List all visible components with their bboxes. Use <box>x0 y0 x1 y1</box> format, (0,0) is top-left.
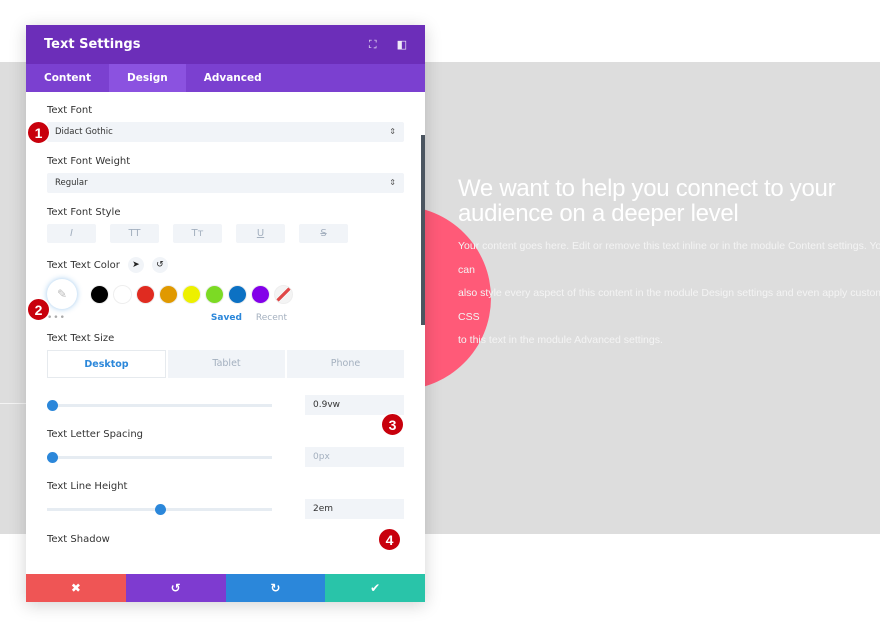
font-weight-label: Text Font Weight <box>47 156 131 167</box>
no-color-swatch[interactable] <box>274 284 293 304</box>
font-weight-value: Regular <box>55 178 88 188</box>
device-tabs: Desktop Tablet Phone <box>47 350 404 378</box>
more-icon[interactable]: ••• <box>47 313 66 323</box>
select-arrows-icon: ⇕ <box>389 178 396 187</box>
slider-handle[interactable] <box>46 451 58 463</box>
saved-tab[interactable]: Saved <box>211 313 242 323</box>
hero-heading: We want to help you connect to your audi… <box>458 175 836 227</box>
modal-header: Text Settings ⛶ ◧ <box>26 25 425 64</box>
letter-spacing-slider[interactable] <box>46 451 272 463</box>
device-tab-tablet[interactable]: Tablet <box>168 350 285 378</box>
text-size-input[interactable]: 0.9vw <box>305 395 404 415</box>
hero-text-module: We want to help you connect to your audi… <box>458 176 880 353</box>
swatch[interactable] <box>182 284 201 304</box>
text-shadow-label: Text Shadow <box>47 534 110 545</box>
redo-button[interactable]: ↻ <box>225 574 326 602</box>
undo-button[interactable]: ↺ <box>125 574 226 602</box>
text-color-label: Text Text Color <box>47 259 120 271</box>
text-font-label: Text Font <box>47 105 93 116</box>
modal-footer: ✖ ↺ ↻ ✔ <box>26 574 425 602</box>
swatch[interactable] <box>159 284 178 304</box>
font-style-buttons: I TT Tт U S <box>47 224 404 243</box>
swatch[interactable] <box>90 284 109 304</box>
line-height-control: 2em <box>47 498 404 520</box>
underline-button[interactable]: U <box>236 224 285 243</box>
text-font-select[interactable]: Didact Gothic ⇕ <box>47 122 404 142</box>
select-arrows-icon: ⇕ <box>389 127 396 136</box>
step-badge-1: 1 <box>27 121 50 144</box>
tab-design[interactable]: Design <box>109 64 186 92</box>
step-badge-4: 4 <box>378 528 401 551</box>
device-tab-desktop[interactable]: Desktop <box>47 350 166 378</box>
font-style-label: Text Font Style <box>47 207 121 218</box>
device-tab-phone[interactable]: Phone <box>287 350 404 378</box>
font-weight-select[interactable]: Regular ⇕ <box>47 173 404 193</box>
reset-icon[interactable]: ↺ <box>151 257 168 273</box>
modal-title: Text Settings <box>44 37 141 52</box>
save-button[interactable]: ✔ <box>325 574 425 602</box>
swatch[interactable] <box>113 284 132 304</box>
swatch[interactable] <box>205 284 224 304</box>
line-height-label: Text Line Height <box>47 481 128 492</box>
capitalize-button[interactable]: Tт <box>173 224 222 243</box>
scrollbar[interactable] <box>421 135 425 325</box>
letter-spacing-input[interactable]: 0px <box>305 447 404 467</box>
tab-advanced[interactable]: Advanced <box>186 64 280 92</box>
text-size-label: Text Text Size <box>47 333 115 344</box>
fullscreen-icon[interactable]: ⛶ <box>369 38 377 52</box>
italic-button[interactable]: I <box>47 224 96 243</box>
line-height-input[interactable]: 2em <box>305 499 404 519</box>
step-badge-2: 2 <box>27 298 50 321</box>
cursor-icon[interactable]: ➤ <box>127 257 144 273</box>
swatch[interactable] <box>136 284 155 304</box>
cancel-button[interactable]: ✖ <box>26 574 126 602</box>
color-swatches: ✎ <box>47 279 404 309</box>
sidebar-toggle-icon[interactable]: ◧ <box>397 38 407 51</box>
letter-spacing-label: Text Letter Spacing <box>47 429 144 440</box>
slider-handle[interactable] <box>46 399 58 411</box>
text-size-slider[interactable] <box>46 399 272 411</box>
uppercase-button[interactable]: TT <box>110 224 159 243</box>
settings-body: Text Font Didact Gothic ⇕ Text Font Weigh… <box>26 92 425 574</box>
strikethrough-button[interactable]: S <box>299 224 348 243</box>
modal-tabs: Content Design Advanced <box>26 64 425 92</box>
step-badge-3: 3 <box>381 413 404 436</box>
swatch-options: ••• Saved Recent <box>47 313 287 323</box>
eyedropper-icon[interactable]: ✎ <box>47 279 77 309</box>
swatch[interactable] <box>228 284 247 304</box>
text-font-value: Didact Gothic <box>55 127 113 137</box>
recent-tab[interactable]: Recent <box>256 313 287 323</box>
line-height-slider[interactable] <box>47 503 272 515</box>
swatch[interactable] <box>251 284 270 304</box>
text-size-control: 0.9vw <box>46 394 404 416</box>
letter-spacing-control: 0px <box>46 446 404 468</box>
slider-handle[interactable] <box>154 503 166 515</box>
text-color-row: Text Text Color ➤ ↺ <box>47 257 404 273</box>
hero-body: Your content goes here. Edit or remove t… <box>458 240 880 346</box>
tab-content[interactable]: Content <box>26 64 109 92</box>
text-settings-modal: Text Settings ⛶ ◧ Content Design Advance… <box>26 25 425 602</box>
